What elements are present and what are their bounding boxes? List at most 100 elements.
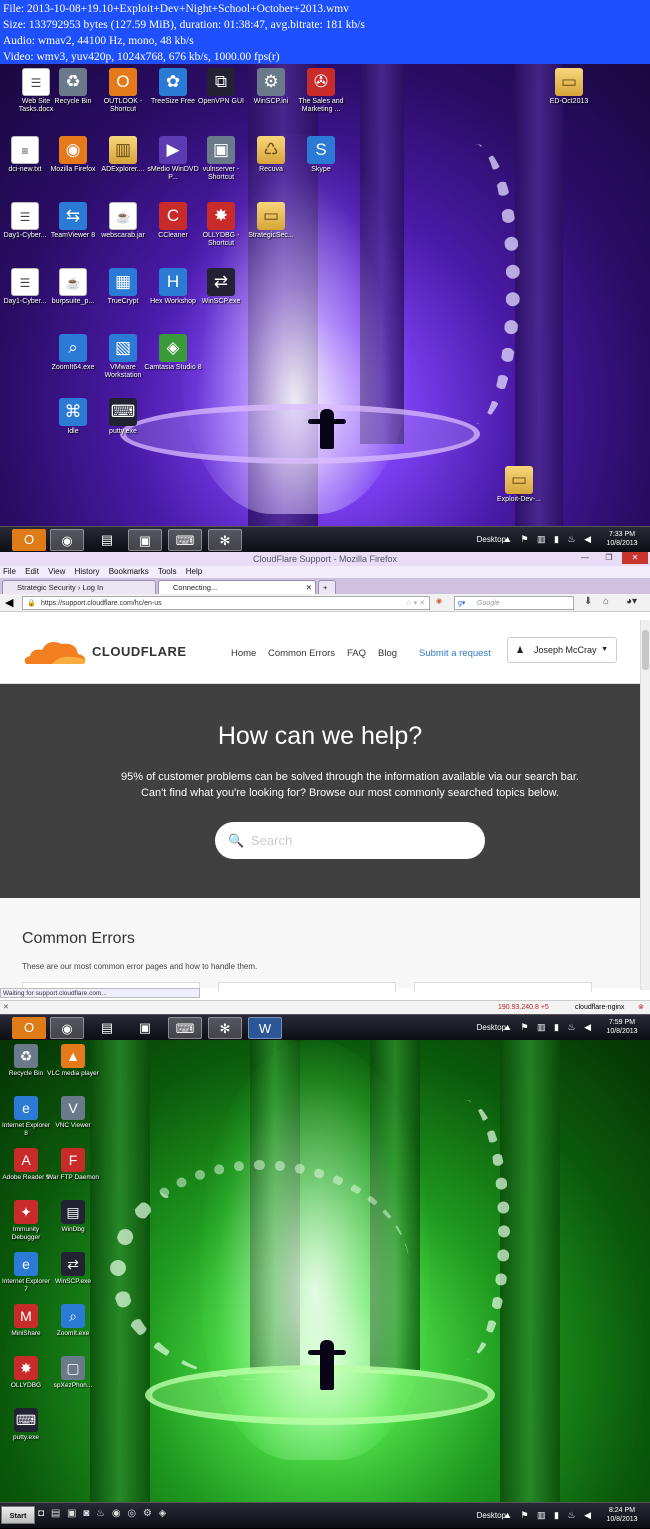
menu-help[interactable]: Help [186, 567, 202, 576]
desktop-toolbar-label[interactable]: Desktop [477, 1023, 506, 1032]
desktop-icon[interactable]: V VNC Viewer [47, 1096, 99, 1130]
desktop-icon[interactable]: ⌕ ZoomIt.exe [47, 1304, 99, 1338]
nav-home[interactable]: Home [231, 648, 256, 659]
desktop-icon[interactable]: S Skype [290, 136, 352, 174]
minimize-button[interactable]: — [574, 552, 596, 564]
scrollbar-thumb[interactable] [642, 630, 649, 670]
putty-icon[interactable]: ⌨ [168, 529, 202, 551]
virtualbox-icon[interactable]: ▣ [128, 1017, 162, 1039]
section-description: These are our most common error pages an… [22, 962, 258, 971]
taskbar: O ◉ ▤ ▣ ⌨ ✻ W Desktop ▲ ⚑ ▥ ▮ ♨ ◀ 7:59 P… [0, 1014, 650, 1040]
desktop-icon[interactable]: ▭ Exploit-Dev-... [488, 466, 550, 504]
desktop-icon[interactable]: ⇄ WinSCP.exe [190, 268, 252, 306]
clock[interactable]: 7:33 PM 10/8/2013 [598, 530, 646, 548]
nav-faq[interactable]: FAQ [347, 648, 366, 659]
tray-icons[interactable]: ▲ ⚑ ▥ ▮ ♨ ◀ [503, 1022, 594, 1033]
menu-file[interactable]: File [3, 567, 16, 576]
desktop-toolbar-label[interactable]: Desktop [477, 535, 506, 544]
camtasia-icon: ◈ [159, 334, 187, 362]
desktop-icon[interactable]: ◈ Camtasia Studio 8 [142, 334, 204, 372]
immunity-icon: ✦ [14, 1200, 38, 1224]
outlook-icon[interactable]: O [12, 529, 46, 551]
desktop-icon[interactable]: F War FTP Daemon [47, 1148, 99, 1182]
submit-request-link[interactable]: Submit a request [419, 648, 491, 659]
desktop-icon[interactable]: ✸ OLLYDBG [0, 1356, 52, 1390]
close-addon-bar-icon[interactable]: ✕ [3, 1001, 9, 1014]
menu-edit[interactable]: Edit [25, 567, 39, 576]
internet-explorer-icon: e [14, 1096, 38, 1120]
menu-view[interactable]: View [48, 567, 65, 576]
word-icon[interactable]: W [248, 1017, 282, 1039]
desktop-icon-label: ZoomIt64.exe [51, 364, 95, 371]
firefox-icon[interactable]: ◉ [50, 529, 84, 551]
desktop-icon[interactable]: e Internet Explorer 7 [0, 1252, 52, 1293]
desktop-icon[interactable]: ✦ Immunity Debugger [0, 1200, 52, 1241]
skype-icon: S [307, 136, 335, 164]
app-icon[interactable]: ✻ [208, 1017, 242, 1039]
desktop-icon[interactable]: e Internet Explorer 8 [0, 1096, 52, 1137]
addon-menu-icon[interactable]: ◕▾ [626, 596, 637, 607]
putty-icon[interactable]: ⌨ [168, 1017, 202, 1039]
abp-icon[interactable]: ⊗ [638, 1001, 644, 1014]
menu-tools[interactable]: Tools [158, 567, 177, 576]
desktop-icon-label: Day1-Cyber... [3, 232, 47, 239]
url-bar[interactable]: 🔒 https://support.cloudflare.com/hc/en-u… [22, 596, 430, 610]
quick-launch-icons[interactable]: ◘ ▤ ▣ ◙ ♨ ◉ ◎ ⚙ ◈ [38, 1508, 168, 1519]
explorer-icon[interactable]: ▤ [90, 1017, 124, 1039]
app-icon[interactable]: ✻ [208, 529, 242, 551]
window-title-bar[interactable]: CloudFlare Support - Mozilla Firefox — ❐… [0, 552, 650, 566]
close-tab-icon[interactable]: ✕ [306, 581, 312, 594]
search-bar[interactable]: g▾ Google [454, 596, 574, 610]
desktop-icon-label: OpenVPN GUI [198, 98, 244, 105]
error-card[interactable] [414, 982, 592, 992]
user-menu[interactable]: ♟ Joseph McCray ▼ [507, 637, 617, 663]
clock[interactable]: 8:24 PM 10/8/2013 [598, 1506, 646, 1524]
desktop-icon-label: VNC Viewer [55, 1122, 91, 1129]
desktop-toolbar-label[interactable]: Desktop [477, 1511, 506, 1520]
menu-history[interactable]: History [75, 567, 100, 576]
nav-common-errors[interactable]: Common Errors [268, 648, 335, 659]
downloads-icon[interactable]: ⬇ [584, 596, 592, 607]
desktop-icon[interactable]: ♻ Recycle Bin [0, 1044, 52, 1078]
back-icon[interactable]: ◀ [5, 596, 13, 609]
cloudflare-logo-icon[interactable] [22, 636, 88, 666]
page-scrollbar[interactable] [640, 620, 650, 990]
addon-icon[interactable]: ◉ [436, 597, 442, 605]
clock[interactable]: 7:59 PM 10/8/2013 [598, 1018, 646, 1036]
outlook-icon[interactable]: O [12, 1017, 46, 1039]
start-button[interactable]: Start [1, 1506, 35, 1524]
recuva-icon: ♺ [257, 136, 285, 164]
desktop-icon-label: putty.exe [13, 1434, 39, 1441]
desktop-icon[interactable]: M MiniShare [0, 1304, 52, 1338]
nav-blog[interactable]: Blog [378, 648, 397, 659]
desktop-icon[interactable]: ▤ WinDbg [47, 1200, 99, 1234]
desktop-icon[interactable]: ✇ The Sales and Marketing ... [290, 68, 352, 114]
server-ip-count: +5 [540, 1004, 549, 1011]
bookmark-star-icon[interactable]: ☆ ▾ ✕ [405, 597, 425, 610]
home-icon[interactable]: ⌂ [603, 596, 609, 607]
tray-icons[interactable]: ▲ ⚑ ▥ ▮ ♨ ◀ [503, 1510, 594, 1521]
url-text: https://support.cloudflare.com/hc/en-us [41, 600, 162, 607]
error-card[interactable] [218, 982, 396, 992]
desktop-icon[interactable]: ▭ ED-Oct2013 [538, 68, 600, 106]
desktop-icon[interactable]: ▢ spXezPhon... [47, 1356, 99, 1390]
desktop-icon[interactable]: ⌨ putty.exe [0, 1408, 52, 1442]
menu-bookmarks[interactable]: Bookmarks [109, 567, 149, 576]
taskbar: O ◉ ▤ ▣ ⌨ ✻ Desktop ▲ ⚑ ▥ ▮ ♨ ◀ 7:33 PM 1… [0, 526, 650, 552]
new-tab-button[interactable]: + [318, 580, 336, 594]
desktop-icon[interactable]: ⌨ putty.exe [92, 398, 154, 436]
maximize-button[interactable]: ❐ [598, 552, 620, 564]
desktop-icon[interactable]: ⇄ WinSCP.exe [47, 1252, 99, 1286]
firefox-icon[interactable]: ◉ [50, 1017, 84, 1039]
explorer-icon[interactable]: ▤ [90, 529, 124, 551]
close-button[interactable]: ✕ [622, 552, 648, 564]
tray-icons[interactable]: ▲ ⚑ ▥ ▮ ♨ ◀ [503, 534, 594, 545]
desktop-icon[interactable]: A Adobe Reader 9 [0, 1148, 52, 1182]
java-icon: ☕ [109, 202, 137, 230]
virtualbox-icon[interactable]: ▣ [128, 529, 162, 551]
tab-strategic-security[interactable]: Strategic Security › Log In [2, 580, 156, 594]
desktop-icon[interactable]: ▭ StrategicSec... [240, 202, 302, 240]
desktop-icon[interactable]: ▲ VLC media player [47, 1044, 99, 1078]
search-input[interactable]: 🔍 Search [215, 822, 485, 859]
tab-connecting[interactable]: Connecting... ✕ [158, 580, 316, 594]
